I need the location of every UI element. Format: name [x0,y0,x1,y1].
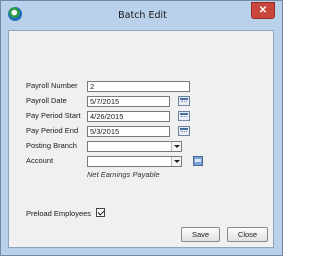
pay-period-start-label: Pay Period Start [26,111,81,120]
account-lookup-icon[interactable] [193,156,203,166]
calendar-icon[interactable] [178,111,190,121]
close-button[interactable]: Close [227,227,268,242]
calendar-icon[interactable] [178,96,190,106]
payroll-number-field[interactable]: 2 [87,81,190,92]
pay-period-end-label: Pay Period End [26,126,79,135]
chevron-down-icon[interactable] [171,142,181,151]
chevron-down-icon[interactable] [171,157,181,166]
window-title: Batch Edit [118,10,167,21]
preload-employees-checkbox[interactable] [96,208,105,217]
payroll-number-label: Payroll Number [26,81,78,90]
calendar-icon[interactable] [178,126,190,136]
title-bar[interactable]: Batch Edit ✕ [1,1,282,31]
posting-branch-label: Posting Branch [26,141,77,150]
pay-period-start-field[interactable]: 4/26/2015 [87,111,170,122]
payroll-date-label: Payroll Date [26,96,67,105]
payroll-date-field[interactable]: 5/7/2015 [87,96,170,107]
preload-employees-label: Preload Employees [26,209,92,218]
pay-period-end-field[interactable]: 5/3/2015 [87,126,170,137]
account-hint: Net Earnings Payable [87,170,160,179]
save-button[interactable]: Save [181,227,220,242]
account-select[interactable] [87,156,182,167]
account-label: Account [26,156,54,165]
posting-branch-select[interactable] [87,141,182,152]
close-window-button[interactable]: ✕ [251,2,275,19]
